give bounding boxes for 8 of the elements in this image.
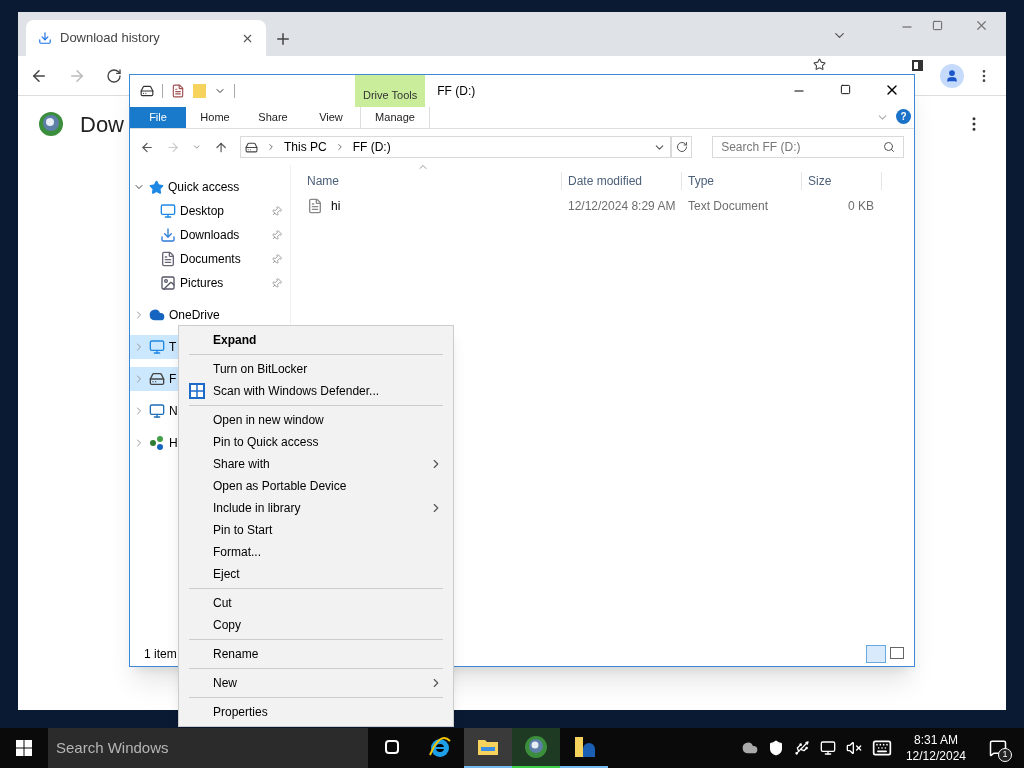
window-title: FF (D:) <box>437 83 476 100</box>
date-cell-text: 12/12/2024 8:29 AM <box>567 198 677 215</box>
notification-badge: 1 <box>998 748 1012 762</box>
status-text: 1 item <box>144 646 177 663</box>
context-tab-group: Drive Tools <box>355 75 426 107</box>
page-heading: Dow <box>80 110 124 139</box>
size-cell-text: 0 KB <box>847 198 875 215</box>
type-cell-text: Text Document <box>687 198 770 215</box>
